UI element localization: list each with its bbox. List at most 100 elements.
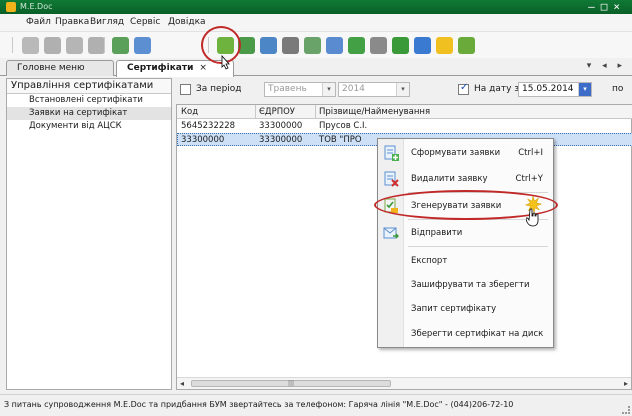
toolbar-button-receive-mail[interactable] xyxy=(302,35,322,55)
export-menu-icon xyxy=(457,36,475,54)
menu-item-label: Видалити заявку xyxy=(411,174,488,184)
column-divider[interactable] xyxy=(315,105,316,119)
tab-close-icon[interactable]: × xyxy=(199,63,207,73)
menu-item-label: Зашифрувати та зберегти xyxy=(411,280,530,290)
table-header: Код ЄДРПОУ Прізвище/Найменування xyxy=(177,105,632,119)
column-divider[interactable] xyxy=(255,105,256,119)
app-logo-icon xyxy=(6,2,16,12)
on-date-checkbox[interactable] xyxy=(458,82,469,95)
save-icon xyxy=(259,36,277,54)
cell-name: Прусов С.І. xyxy=(319,121,368,131)
hand-cursor-icon xyxy=(526,208,539,227)
toolbar-button-edit-gray[interactable] xyxy=(86,35,106,55)
nav-item-installed-certificates[interactable]: Встановлені сертифікати xyxy=(7,94,171,107)
chevron-down-icon: ▾ xyxy=(322,83,335,96)
menu-file[interactable]: Файл xyxy=(26,17,51,27)
menu-view[interactable]: Вигляд xyxy=(90,17,124,27)
clear-filter-icon xyxy=(369,36,387,54)
column-header-name[interactable]: Прізвище/Найменування xyxy=(319,107,430,117)
year-select[interactable]: 2014 ▾ xyxy=(338,82,410,97)
receive-mail-icon xyxy=(303,36,321,54)
toolbar-button-copy-gray[interactable] xyxy=(64,35,84,55)
menu-item-label: Відправити xyxy=(411,228,463,238)
on-date-label: На дату з xyxy=(474,84,520,94)
title-bar: M.E.Doc —□× xyxy=(0,0,632,14)
chevron-down-icon: ▾ xyxy=(396,83,409,96)
cell-name: ТОВ "ПРО xyxy=(319,135,362,145)
menu-item-label: Запит сертифікату xyxy=(411,304,497,314)
menu-item-delete-request[interactable]: Видалити заявку Ctrl+Y xyxy=(378,167,553,191)
menu-item-label: Зберегти сертифікат на диск xyxy=(411,329,544,339)
cell-edrpou: 33300000 xyxy=(259,121,303,131)
menu-help[interactable]: Довідка xyxy=(168,17,206,27)
delete-request-icon xyxy=(384,171,399,187)
horizontal-scrollbar[interactable]: ◂ ||| ▸ xyxy=(177,377,631,389)
print-icon xyxy=(281,36,299,54)
toolbar-button-filter[interactable] xyxy=(346,35,366,55)
menu-service[interactable]: Сервіс xyxy=(130,17,160,27)
resize-grip-icon[interactable] xyxy=(622,406,630,414)
filter-bar: За період Травень ▾ 2014 ▾ На дату з 15.… xyxy=(176,80,632,100)
window-title: M.E.Doc xyxy=(20,2,53,11)
menu-item-export[interactable]: Експорт xyxy=(378,249,553,273)
menu-item-form-requests[interactable]: Сформувати заявки Ctrl+I xyxy=(378,141,553,165)
tab-strip: Головне меню Сертифікати × ▾ ◂ ▸ xyxy=(0,58,632,77)
toolbar-button-doc-gray[interactable] xyxy=(20,35,40,55)
year-value: 2014 xyxy=(342,84,365,94)
panel-header: Управління сертифікатами xyxy=(7,79,171,94)
scroll-right-icon[interactable]: ▸ xyxy=(624,379,628,388)
table-row[interactable]: 5645232228 33300000 Прусов С.І. xyxy=(177,120,632,133)
menu-item-certificate-request[interactable]: Запит сертифікату xyxy=(378,297,553,321)
tab-label: Головне меню xyxy=(17,63,85,73)
toolbar-button-export-menu[interactable] xyxy=(456,35,476,55)
status-bar: З питань супроводження M.E.Doc та придба… xyxy=(0,394,632,416)
window-controls[interactable]: —□× xyxy=(588,0,626,13)
context-menu: Сформувати заявки Ctrl+I Видалити заявку… xyxy=(377,138,554,348)
menu-edit[interactable]: Правка xyxy=(55,17,89,27)
month-select[interactable]: Травень ▾ xyxy=(264,82,336,97)
tab-nav-arrows[interactable]: ▾ ◂ ▸ xyxy=(587,61,626,71)
form-requests-icon xyxy=(384,145,399,161)
mouse-cursor-icon xyxy=(221,55,230,70)
column-header-code[interactable]: Код xyxy=(181,107,198,117)
period-label: За період xyxy=(196,84,242,94)
cell-code: 5645232228 xyxy=(181,121,236,131)
toolbar-button-globe[interactable] xyxy=(412,35,432,55)
toolbar-button-save[interactable] xyxy=(258,35,278,55)
tab-main-menu[interactable]: Головне меню xyxy=(6,60,114,76)
refresh-icon xyxy=(391,36,409,54)
toolbar xyxy=(0,32,632,58)
menu-item-shortcut: Ctrl+Y xyxy=(515,174,543,184)
scroll-thumb[interactable]: ||| xyxy=(191,380,391,387)
doc-gray-icon xyxy=(21,36,39,54)
status-text: З питань супроводження M.E.Doc та придба… xyxy=(4,400,514,409)
toolbar-button-doc-gray-2[interactable] xyxy=(42,35,62,55)
month-value: Травень xyxy=(268,84,307,94)
toolbar-button-add-request[interactable] xyxy=(110,35,130,55)
to-date-label: по xyxy=(612,84,624,94)
toolbar-button-print[interactable] xyxy=(280,35,300,55)
toolbar-separator xyxy=(12,37,13,53)
tools-icon xyxy=(325,36,343,54)
menu-item-encrypt-and-save[interactable]: Зашифрувати та зберегти xyxy=(378,273,553,297)
calendar-dropdown-icon: ▾ xyxy=(578,83,591,96)
column-header-edrpou[interactable]: ЄДРПОУ xyxy=(259,107,295,117)
menu-item-label: Експорт xyxy=(411,256,448,266)
cell-edrpou: 33300000 xyxy=(259,135,303,145)
toolbar-separator xyxy=(104,37,105,53)
toolbar-button-refresh[interactable] xyxy=(390,35,410,55)
menu-separator xyxy=(408,246,548,247)
nav-item-certificate-requests[interactable]: Заявки на сертифікат xyxy=(7,107,171,120)
globe-icon xyxy=(413,36,431,54)
toolbar-button-delete-request[interactable] xyxy=(132,35,152,55)
toolbar-button-tools[interactable] xyxy=(324,35,344,55)
toolbar-button-help[interactable] xyxy=(434,35,454,55)
period-checkbox[interactable] xyxy=(180,84,191,95)
scroll-left-icon[interactable]: ◂ xyxy=(180,379,184,388)
date-picker[interactable]: 15.05.2014 ▾ xyxy=(518,82,592,97)
nav-item-documents-from-ca[interactable]: Документи від АЦСК xyxy=(7,120,171,133)
menu-item-save-certificate-to-disk[interactable]: Зберегти сертифікат на диск xyxy=(378,322,553,346)
menu-bar: Файл Правка Вигляд Сервіс Довідка xyxy=(0,14,632,32)
toolbar-button-clear-filter[interactable] xyxy=(368,35,388,55)
help-icon xyxy=(435,36,453,54)
